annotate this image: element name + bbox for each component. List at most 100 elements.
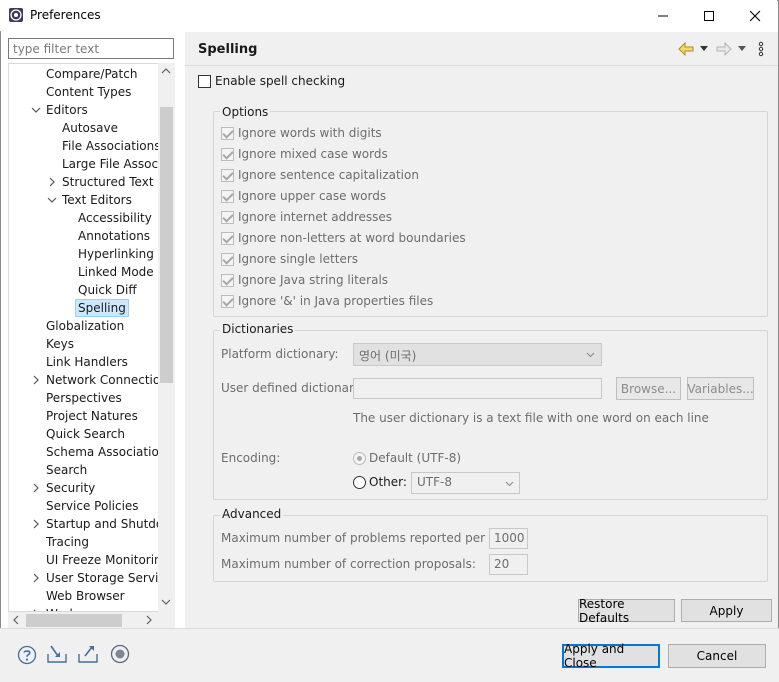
tree-item[interactable]: Search [46, 461, 87, 479]
close-button[interactable] [732, 0, 778, 31]
tree-item[interactable]: Globalization [46, 317, 124, 335]
tree-item-label: Content Types [46, 85, 132, 99]
tree-item[interactable]: Annotations [78, 227, 150, 245]
forward-menu-chevron-down-icon[interactable] [738, 46, 746, 52]
option-checkbox[interactable]: Ignore sentence capitalization [221, 166, 419, 184]
tree-item[interactable]: Project Natures [46, 407, 138, 425]
chevron-right-icon[interactable] [47, 177, 57, 187]
option-checkbox[interactable]: Ignore non-letters at word boundaries [221, 229, 466, 247]
tree-item[interactable]: Workspace [46, 605, 112, 611]
tree-item[interactable]: Linked Mode [78, 263, 154, 281]
max-problems-input[interactable]: 1000 [489, 528, 528, 549]
checkbox-box[interactable] [221, 147, 234, 161]
export-icon[interactable] [77, 644, 99, 664]
max-proposals-input[interactable]: 20 [489, 554, 528, 575]
tree-item[interactable]: Quick Search [46, 425, 125, 443]
filter-input[interactable] [8, 38, 174, 59]
browse-label: Browse... [620, 381, 677, 396]
tree-item[interactable]: Keys [46, 335, 74, 353]
maximize-button[interactable] [686, 0, 732, 31]
chevron-right-icon[interactable] [31, 483, 41, 493]
tree-item-label: Security [46, 481, 96, 495]
tree-item[interactable]: Link Handlers [46, 353, 128, 371]
minimize-button[interactable] [640, 0, 686, 31]
chevron-right-icon[interactable] [31, 375, 41, 385]
restore-defaults-label: Restore Defaults [579, 596, 630, 625]
tree-item[interactable]: Editors [46, 101, 88, 119]
checkbox-box[interactable] [221, 273, 234, 287]
chevron-right-icon[interactable] [31, 519, 41, 529]
apply-and-close-button[interactable]: Apply and Close [562, 642, 660, 670]
checkbox-box[interactable] [221, 126, 234, 140]
checkbox-box[interactable] [221, 189, 234, 203]
app-icon [9, 8, 23, 22]
tree-item[interactable]: Accessibility [78, 209, 152, 227]
tree-item[interactable]: Compare/Patch [46, 65, 137, 83]
option-label: Ignore words with digits [238, 126, 382, 140]
tree-item[interactable]: Spelling [75, 299, 129, 317]
record-icon[interactable] [110, 644, 130, 664]
tree-item[interactable]: Network Connection [46, 371, 168, 389]
tree-item[interactable]: Text Editors [62, 191, 132, 209]
default-encoding-radio[interactable] [353, 452, 366, 465]
tree-item[interactable]: Content Types [46, 83, 131, 101]
checkbox-box[interactable] [198, 74, 211, 88]
apply-button[interactable]: Apply [681, 599, 772, 622]
tree-vertical-scroll-thumb[interactable] [160, 107, 173, 383]
user-dictionary-input[interactable] [353, 378, 602, 399]
cancel-button[interactable]: Cancel [668, 644, 766, 668]
tree-item-label: Annotations [78, 229, 151, 243]
tree-item[interactable]: Perspectives [46, 389, 122, 407]
tree-item[interactable]: Startup and Shutdow [46, 515, 173, 533]
tree-item[interactable]: User Storage Service [46, 569, 172, 587]
tree-item[interactable]: Schema Associations [46, 443, 173, 461]
checkbox-box[interactable] [221, 252, 234, 266]
view-menu-icon[interactable] [758, 41, 764, 57]
scroll-right-icon[interactable] [145, 615, 153, 625]
scroll-left-icon[interactable] [12, 615, 20, 625]
tree-item[interactable]: Web Browser [46, 587, 125, 605]
scroll-down-icon[interactable] [161, 598, 171, 606]
variables-button[interactable]: Variables... [687, 377, 754, 400]
apply-and-close-label: Apply and Close [564, 642, 625, 670]
option-checkbox[interactable]: Ignore upper case words [221, 187, 386, 205]
browse-button[interactable]: Browse... [616, 377, 681, 400]
chevron-down-icon[interactable] [31, 105, 41, 115]
checkbox-box[interactable] [221, 210, 234, 224]
option-checkbox[interactable]: Ignore single letters [221, 250, 358, 268]
option-checkbox[interactable]: Ignore '&' in Java properties files [221, 292, 433, 310]
tree-item[interactable]: UI Freeze Monitoring [46, 551, 169, 569]
restore-defaults-button[interactable]: Restore Defaults [578, 596, 675, 625]
platform-dictionary-select[interactable]: 영어 (미국) [353, 343, 602, 366]
tree-item[interactable]: Autosave [62, 119, 118, 137]
tree-item[interactable]: Tracing [46, 533, 89, 551]
tree-item[interactable]: Service Policies [46, 497, 139, 515]
back-icon[interactable] [678, 42, 694, 56]
option-checkbox[interactable]: Ignore words with digits [221, 124, 382, 142]
user-dictionary-label: User defined dictionary: [221, 381, 365, 395]
tree-item-label: Editors [46, 103, 88, 117]
option-checkbox[interactable]: Ignore Java string literals [221, 271, 388, 289]
enable-spell-checking-checkbox[interactable]: Enable spell checking [198, 72, 345, 90]
tree-item[interactable]: Security [46, 479, 95, 497]
back-menu-chevron-down-icon[interactable] [700, 46, 708, 52]
checkbox-box[interactable] [221, 231, 234, 245]
checkbox-box[interactable] [221, 294, 234, 308]
tree-item[interactable]: Structured Text Ed [62, 173, 173, 191]
checkbox-box[interactable] [221, 168, 234, 182]
apply-label: Apply [709, 603, 744, 618]
option-checkbox[interactable]: Ignore internet addresses [221, 208, 392, 226]
chevron-down-icon[interactable] [47, 195, 57, 205]
tree-horizontal-scroll-thumb[interactable] [26, 614, 122, 627]
other-encoding-select[interactable]: UTF-8 [411, 472, 520, 494]
tree-item[interactable]: Hyperlinking [78, 245, 154, 263]
help-icon[interactable] [17, 645, 37, 665]
option-checkbox[interactable]: Ignore mixed case words [221, 145, 388, 163]
other-encoding-radio[interactable] [353, 476, 366, 489]
chevron-right-icon[interactable] [31, 573, 41, 583]
import-icon[interactable] [46, 644, 68, 664]
tree-item[interactable]: File Associations [62, 137, 160, 155]
forward-icon[interactable] [716, 42, 732, 56]
tree-item[interactable]: Quick Diff [78, 281, 137, 299]
scroll-up-icon[interactable] [161, 67, 171, 75]
